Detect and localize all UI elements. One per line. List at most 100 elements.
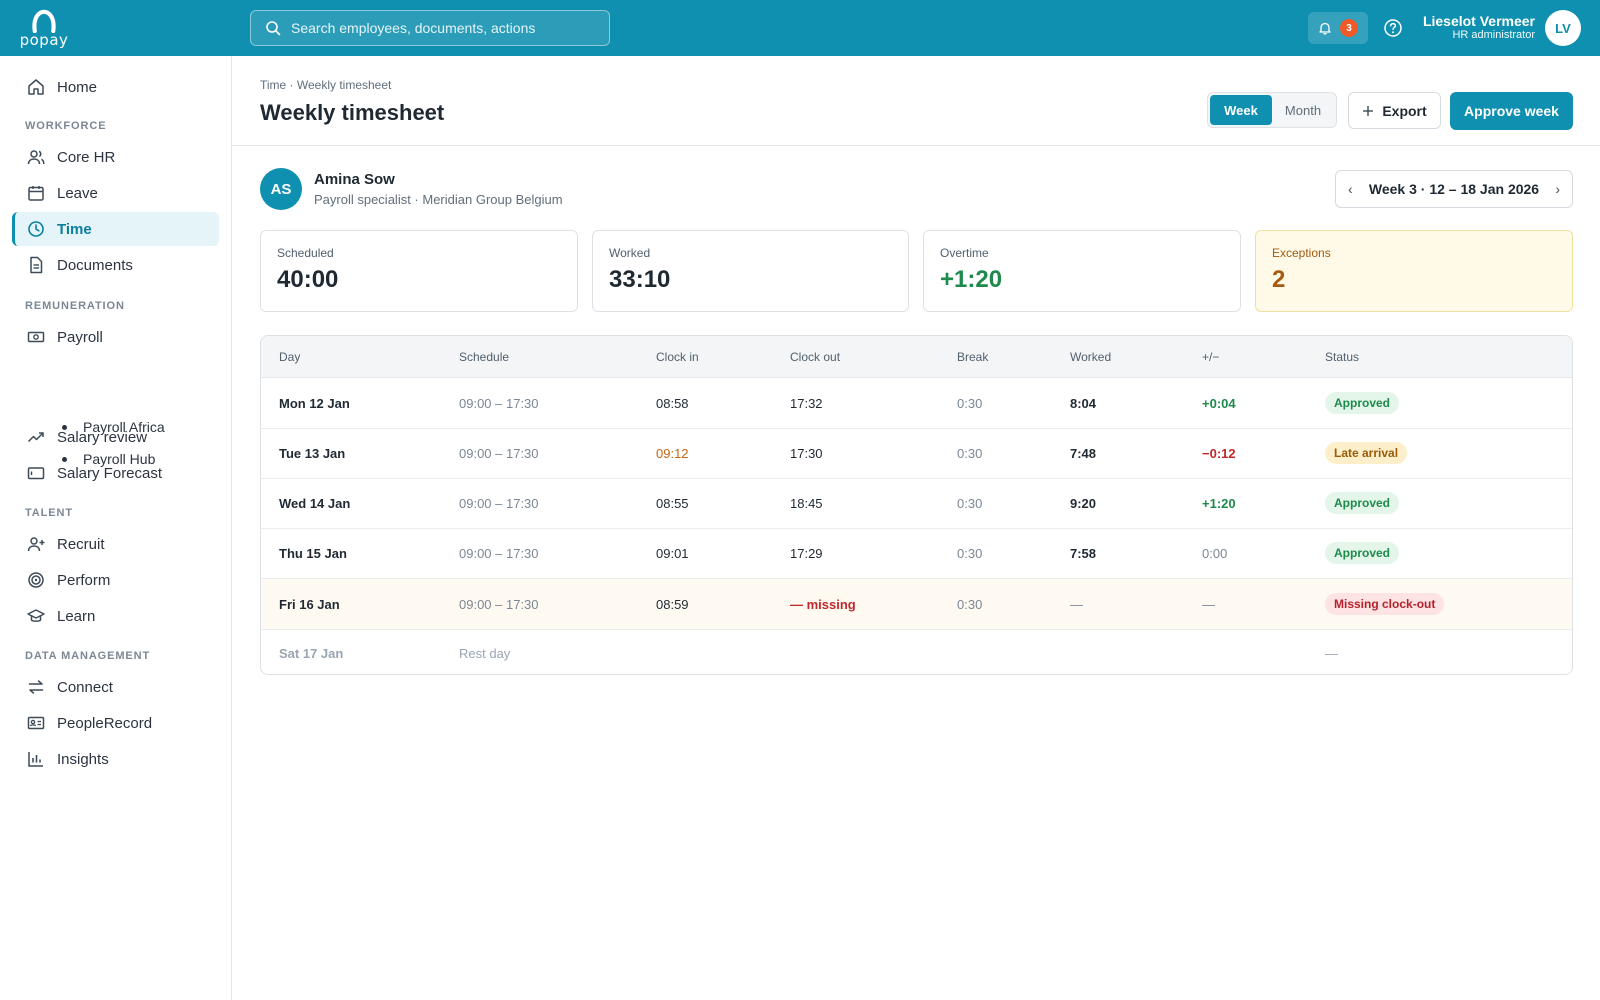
sidebar-section-workforce: WORKFORCE	[25, 120, 107, 132]
status-badge: Missing clock-out	[1325, 593, 1445, 615]
bar-chart-icon	[28, 752, 43, 767]
document-icon	[30, 256, 43, 274]
sidebar-item-learn[interactable]: Learn	[12, 599, 219, 633]
cell-clock-out: 18:45	[790, 496, 823, 511]
employee-avatar: AS	[260, 168, 302, 210]
stat-value: 33:10	[609, 266, 671, 293]
search-input[interactable]	[291, 20, 591, 36]
stat-card-exceptions[interactable]: Exceptions 2	[1255, 230, 1573, 312]
cell-diff: +1:20	[1202, 496, 1236, 511]
column-header-worked: Worked	[1070, 350, 1112, 364]
sidebar-item-label: Core HR	[57, 148, 116, 166]
cell-worked: 8:04	[1070, 396, 1097, 411]
export-button-label: Export	[1382, 102, 1427, 119]
cell-break: 0:30	[957, 546, 983, 561]
plus-icon	[1363, 105, 1374, 116]
stat-label: Worked	[609, 246, 651, 260]
cell-schedule: 09:00 – 17:30	[459, 396, 539, 411]
sidebar-item-label: Insights	[57, 750, 109, 768]
view-month-button[interactable]: Month	[1272, 95, 1334, 125]
table-row[interactable]: Thu 15 Jan 09:00 – 17:30 09:01 17:29 0:3…	[261, 529, 1572, 579]
search-icon	[266, 21, 281, 36]
sidebar-item-label: Leave	[57, 184, 98, 202]
user-menu[interactable]: Lieselot Vermeer HR administrator	[1410, 13, 1535, 42]
stat-value: 40:00	[277, 266, 339, 293]
stat-value: +1:20	[940, 266, 1003, 293]
sidebar-item-perform[interactable]: Perform	[12, 563, 219, 597]
stat-label: Overtime	[940, 246, 989, 260]
page-header: Time · Weekly timesheet Weekly timesheet…	[232, 56, 1600, 146]
stat-card-worked: Worked 33:10	[592, 230, 909, 312]
stat-label: Exceptions	[1272, 246, 1331, 260]
cell-break: 0:30	[957, 396, 983, 411]
sidebar-item-core-hr[interactable]: Core HR	[12, 140, 219, 174]
banknote-icon	[27, 331, 45, 343]
sidebar-item-insights[interactable]: Insights	[12, 742, 219, 776]
notifications-button[interactable]: 3	[1308, 12, 1368, 44]
cell-clock-in: 09:12	[656, 446, 689, 461]
sidebar-item-label: PeopleRecord	[57, 714, 153, 732]
sidebar-item-label: Payroll	[57, 328, 103, 346]
sidebar-item-connect[interactable]: Connect	[12, 670, 219, 704]
cell-schedule: 09:00 – 17:30	[459, 496, 539, 511]
sidebar-item-salary-review[interactable]: Salary review	[12, 420, 219, 454]
previous-week-button[interactable]: ‹	[1348, 181, 1353, 197]
table-row[interactable]: Sat 17 Jan Rest day —	[261, 630, 1572, 674]
logo-mark-icon	[32, 9, 56, 33]
user-role: HR administrator	[1452, 29, 1535, 41]
sidebar-item-time[interactable]: Time	[12, 212, 219, 246]
brand-logo[interactable]: popay	[18, 9, 70, 49]
cell-diff: +0:04	[1202, 396, 1236, 411]
cell-day: Mon 12 Jan	[279, 396, 350, 411]
sidebar: Home WORKFORCE Core HR Leave Time Docume…	[0, 56, 232, 1000]
sidebar-item-label: Documents	[57, 256, 133, 274]
column-header-diff: +/−	[1202, 350, 1220, 364]
cell-diff: −0:12	[1202, 446, 1236, 461]
table-row[interactable]: Mon 12 Jan 09:00 – 17:30 08:58 17:32 0:3…	[261, 378, 1572, 429]
cell-day: Wed 14 Jan	[279, 496, 351, 511]
column-header-clock-out: Clock out	[790, 350, 841, 364]
user-plus-icon	[27, 537, 45, 552]
sidebar-item-label: Recruit	[57, 535, 105, 553]
cell-day: Fri 16 Jan	[279, 597, 340, 612]
sidebar-item-people-record[interactable]: PeopleRecord	[12, 706, 219, 740]
sidebar-item-label: Learn	[57, 607, 96, 625]
sidebar-item-label: Time	[57, 220, 92, 238]
user-name: Lieselot Vermeer	[1422, 13, 1535, 29]
sidebar-item-label: Salary review	[57, 428, 148, 446]
stat-label: Scheduled	[277, 246, 334, 260]
view-week-button[interactable]: Week	[1210, 95, 1272, 125]
calendar-icon	[28, 186, 44, 201]
sidebar-item-label: Home	[57, 78, 98, 96]
view-toggle: Week Month	[1207, 92, 1337, 128]
sidebar-item-home[interactable]: Home	[12, 70, 219, 104]
cell-clock-in: 08:58	[656, 396, 689, 411]
table-header-row: Day Schedule Clock in Clock out Break Wo…	[261, 336, 1572, 378]
stat-card-overtime: Overtime +1:20	[923, 230, 1241, 312]
sidebar-item-leave[interactable]: Leave	[12, 176, 219, 210]
export-button[interactable]: Export	[1348, 92, 1441, 129]
cell-diff: —	[1202, 597, 1215, 612]
sidebar-item-label: Perform	[57, 571, 111, 589]
global-search[interactable]	[250, 10, 610, 46]
sidebar-item-salary-forecast[interactable]: Salary Forecast	[12, 456, 219, 490]
table-row[interactable]: Fri 16 Jan 09:00 – 17:30 08:59 — missing…	[261, 579, 1572, 630]
users-icon	[27, 150, 45, 165]
sidebar-section-data-management: DATA MANAGEMENT	[25, 650, 151, 662]
approve-week-button[interactable]: Approve week	[1450, 92, 1573, 130]
cell-schedule: Rest day	[459, 646, 511, 661]
week-picker: ‹ Week 3 · 12 – 18 Jan 2026 ›	[1335, 170, 1573, 208]
user-avatar[interactable]: LV	[1545, 10, 1581, 46]
sidebar-item-documents[interactable]: Documents	[12, 248, 219, 282]
sidebar-item-payroll[interactable]: Payroll	[12, 320, 219, 354]
cell-day: Sat 17 Jan	[279, 646, 344, 661]
cell-diff: 0:00	[1202, 546, 1228, 561]
cell-day: Thu 15 Jan	[279, 546, 347, 561]
table-row[interactable]: Tue 13 Jan 09:00 – 17:30 09:12 17:30 0:3…	[261, 429, 1572, 479]
help-icon[interactable]	[1383, 18, 1403, 38]
next-week-button[interactable]: ›	[1555, 181, 1560, 197]
column-header-day: Day	[279, 350, 301, 364]
table-row[interactable]: Wed 14 Jan 09:00 – 17:30 08:55 18:45 0:3…	[261, 479, 1572, 529]
sidebar-item-recruit[interactable]: Recruit	[12, 527, 219, 561]
cell-worked: 7:58	[1070, 546, 1097, 561]
